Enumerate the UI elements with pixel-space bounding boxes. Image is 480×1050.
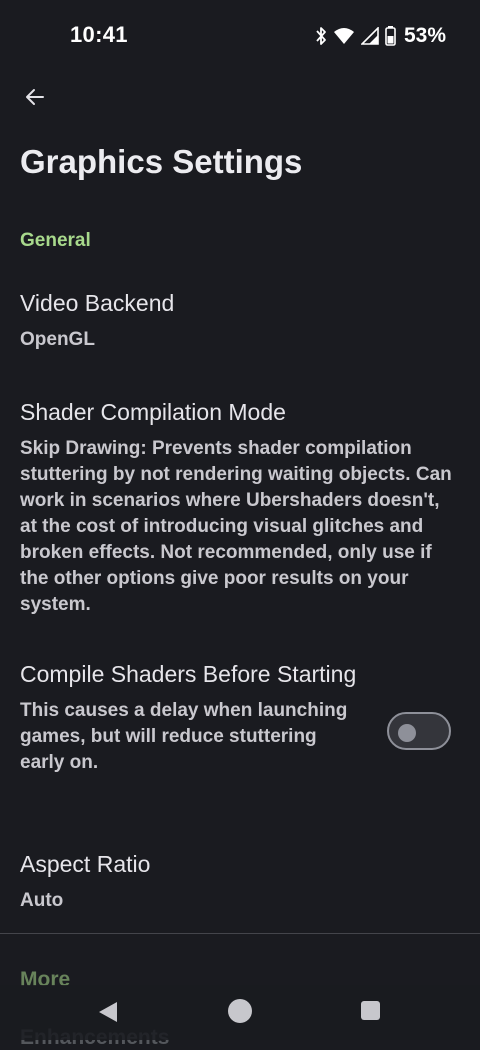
- compile-shaders-toggle[interactable]: [387, 712, 451, 750]
- setting-summary: Auto: [20, 890, 64, 911]
- navigation-bar: [0, 985, 480, 1040]
- signal-icon: [360, 27, 379, 45]
- setting-compile-shaders[interactable]: Compile Shaders Before Starting This cau…: [20, 659, 360, 776]
- back-button[interactable]: [14, 78, 56, 120]
- page-title: Graphics Settings: [20, 143, 303, 180]
- setting-title: Compile Shaders Before Starting: [20, 661, 357, 687]
- arrow-left-icon: [23, 85, 47, 114]
- nav-home-icon[interactable]: [228, 999, 252, 1023]
- nav-back-icon[interactable]: [98, 1001, 118, 1028]
- battery-percentage: 53%: [403, 24, 446, 47]
- category-general: General: [20, 230, 91, 251]
- setting-video-backend[interactable]: Video Backend OpenGL: [20, 288, 460, 353]
- status-icons: 53%: [315, 22, 446, 50]
- setting-aspect-ratio[interactable]: Aspect Ratio Auto: [20, 849, 460, 914]
- toggle-thumb: [398, 724, 416, 742]
- setting-title: Shader Compilation Mode: [20, 399, 286, 425]
- status-bar: 10:41 53%: [0, 0, 480, 72]
- setting-title: Video Backend: [20, 290, 175, 316]
- battery-icon: [385, 26, 396, 46]
- setting-shader-compilation-mode[interactable]: Shader Compilation Mode Skip Drawing: Pr…: [20, 397, 460, 618]
- wifi-icon: [333, 27, 355, 45]
- setting-title: Aspect Ratio: [20, 851, 151, 877]
- status-time: 10:41: [70, 22, 128, 47]
- setting-summary: This causes a delay when launching games…: [20, 700, 348, 773]
- nav-recents-icon[interactable]: [361, 1001, 380, 1020]
- setting-summary: Skip Drawing: Prevents shader compilatio…: [20, 438, 452, 615]
- section-divider: [0, 933, 480, 934]
- setting-summary: OpenGL: [20, 329, 95, 350]
- bluetooth-icon: [315, 26, 327, 46]
